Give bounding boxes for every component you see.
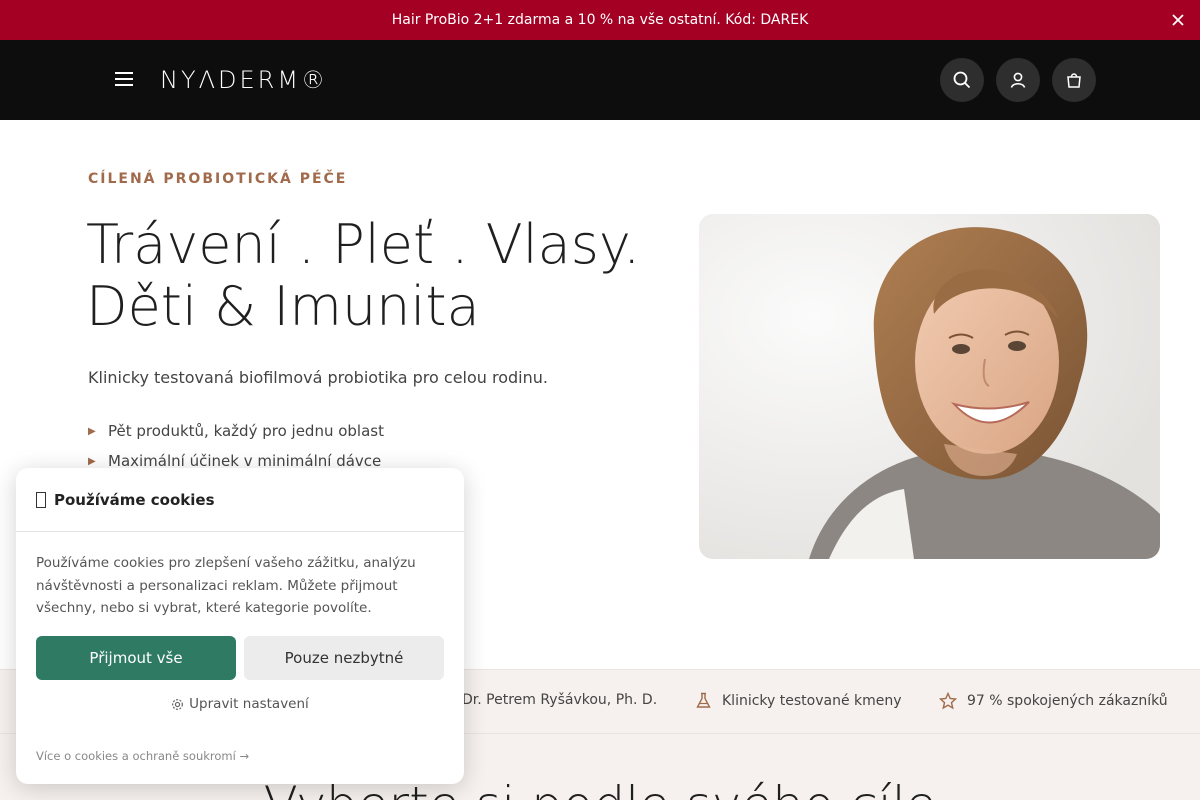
search-button[interactable] bbox=[940, 58, 984, 102]
hero-title-line1: Trávení . Pleť . Vlasy. bbox=[86, 213, 641, 276]
cookie-icon bbox=[36, 491, 46, 508]
gear-icon bbox=[172, 698, 184, 710]
user-icon bbox=[1010, 72, 1026, 88]
trust-item-satisfaction: 97 % spokojených zákazníků bbox=[939, 692, 1168, 710]
shopping-bag-icon bbox=[1067, 73, 1081, 88]
cookie-text: Používáme cookies pro zlepšení vašeho zá… bbox=[36, 555, 416, 616]
triangle-icon: ▶ bbox=[88, 455, 96, 467]
hero-image bbox=[699, 214, 1160, 559]
triangle-icon: ▶ bbox=[88, 425, 96, 437]
search-icon bbox=[953, 71, 971, 89]
cookie-policy-link[interactable]: Více o cookies a ochraně soukromí → bbox=[36, 749, 249, 763]
list-item: ▶ Pět produktů, každý pro jednu oblast bbox=[88, 422, 384, 440]
cookie-title: Používáme cookies bbox=[54, 490, 215, 509]
hero-title: Trávení . Pleť . Vlasy. Děti & Imunita bbox=[86, 214, 686, 338]
hamburger-icon[interactable] bbox=[112, 68, 136, 92]
logo[interactable]: NYΛDERM® bbox=[160, 66, 328, 94]
cookie-settings-button[interactable]: Upravit nastavení bbox=[16, 696, 464, 712]
cookie-banner: Používáme cookies Používáme cookies pro … bbox=[16, 468, 464, 784]
promo-bar: Hair ProBio 2+1 zdarma a 10 % na vše ost… bbox=[0, 0, 1200, 40]
flask-icon bbox=[696, 692, 711, 708]
site-header: NYΛDERM® bbox=[0, 40, 1200, 120]
hero-bullets: ▶ Pět produktů, každý pro jednu oblast ▶ M… bbox=[88, 416, 384, 476]
trust-item-clinical: Klinicky testované kmeny bbox=[695, 692, 902, 709]
accept-all-button[interactable]: Přijmout vše bbox=[36, 636, 236, 680]
account-button[interactable] bbox=[996, 58, 1040, 102]
cookie-header: Používáme cookies bbox=[16, 468, 464, 532]
hero-subtitle: Klinicky testovaná biofilmová probiotika… bbox=[88, 368, 548, 387]
hero-title-line2: Děti & Imunita bbox=[86, 275, 480, 338]
promo-text: Hair ProBio 2+1 zdarma a 10 % na vše ost… bbox=[391, 12, 809, 28]
hero-eyebrow: CÍLENÁ PROBIOTICKÁ PÉČE bbox=[88, 171, 348, 187]
star-icon bbox=[939, 692, 957, 710]
cart-button[interactable] bbox=[1052, 58, 1096, 102]
necessary-only-button[interactable]: Pouze nezbytné bbox=[244, 636, 444, 680]
trust-item-doctor: Dr. Petrem Ryšávkou, Ph. D. bbox=[462, 692, 658, 708]
close-icon[interactable] bbox=[1168, 10, 1188, 30]
